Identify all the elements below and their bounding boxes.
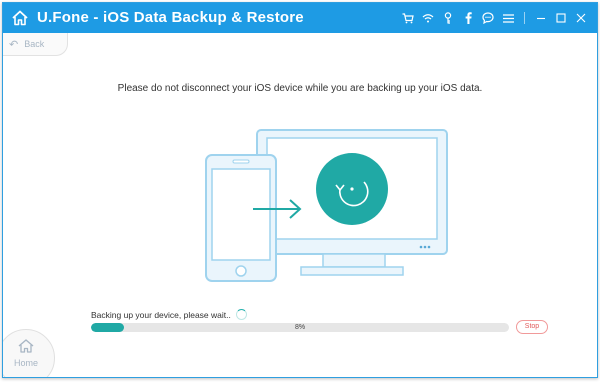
loading-spinner-icon <box>235 309 247 320</box>
titlebar-divider <box>524 12 525 24</box>
minimize-icon[interactable] <box>531 3 551 33</box>
home-label: Home <box>13 358 38 368</box>
titlebar-icons <box>398 3 591 33</box>
back-button[interactable]: ↶ Back <box>3 33 68 56</box>
home-button[interactable]: Home <box>3 329 55 377</box>
stop-button[interactable]: Stop <box>516 320 548 334</box>
back-arrow-icon: ↶ <box>9 38 19 51</box>
toolbar: ↶ Back <box>3 33 597 56</box>
backup-progress-percent: 8% <box>294 324 306 331</box>
close-icon[interactable] <box>571 3 591 33</box>
backup-status: Backing up your device, please wait.. <box>91 309 247 320</box>
maximize-icon[interactable] <box>551 3 571 33</box>
backup-illustration <box>205 129 448 282</box>
chat-icon[interactable] <box>478 3 498 33</box>
home-icon <box>18 339 34 353</box>
backup-status-text: Backing up your device, please wait.. <box>91 309 231 320</box>
backup-restore-icon <box>316 153 388 225</box>
wifi-icon[interactable] <box>418 3 438 33</box>
menu-icon[interactable] <box>498 3 518 33</box>
key-icon[interactable] <box>438 3 458 33</box>
backup-warning-message: Please do not disconnect your iOS device… <box>117 83 483 94</box>
app-window: U.Fone - iOS Data Backup & Restore ↶ Bac… <box>2 2 598 378</box>
phone-icon <box>205 154 277 282</box>
title-bar: U.Fone - iOS Data Backup & Restore <box>3 3 597 33</box>
back-label: Back <box>24 39 45 49</box>
cart-icon[interactable] <box>398 3 418 33</box>
app-title: U.Fone - iOS Data Backup & Restore <box>37 9 304 26</box>
home-logo-icon <box>12 10 28 26</box>
facebook-icon[interactable] <box>458 3 478 33</box>
